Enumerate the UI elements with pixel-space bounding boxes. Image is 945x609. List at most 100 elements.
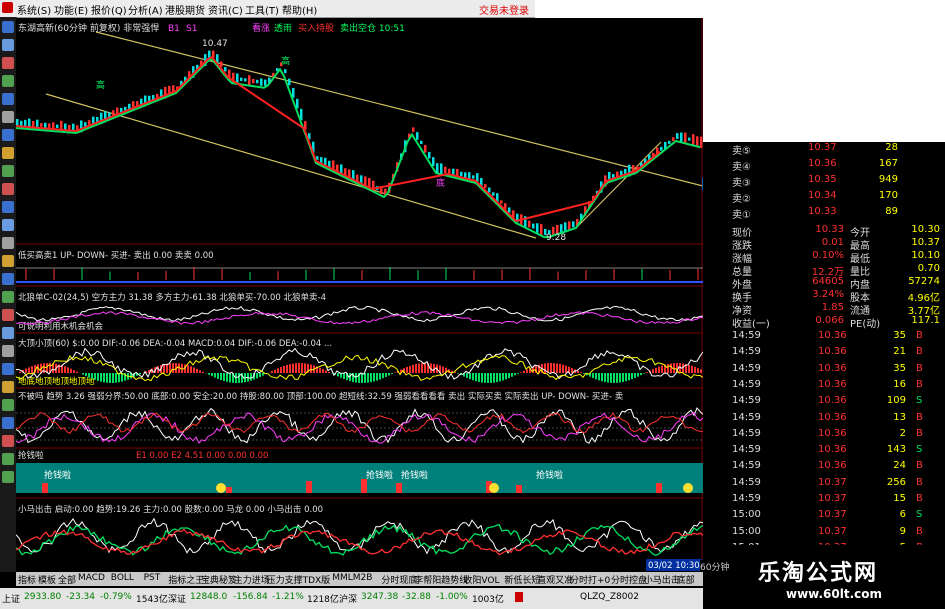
signal-bar [226, 487, 232, 493]
indicator-tab[interactable]: 李帮阳趋势线 [414, 573, 468, 586]
tick-row: 14:59 10.36 2 B [730, 428, 945, 441]
text-tool-icon[interactable] [2, 111, 14, 123]
indicator-tab[interactable]: MACD [78, 573, 105, 583]
arrow-down-icon[interactable] [2, 471, 14, 483]
timeframe-label[interactable]: 60分钟 [700, 560, 730, 573]
f10-tool-icon[interactable] [2, 435, 14, 447]
histogram-bar [259, 373, 261, 378]
stat-label-2: PE(动) [850, 319, 881, 330]
candle [260, 78, 263, 86]
histogram-bar [667, 363, 669, 373]
ask-row[interactable]: 卖④ 10.36 167 [730, 158, 945, 173]
menu-help[interactable]: 帮助(H) [282, 2, 317, 17]
histogram-bar [100, 373, 102, 382]
histogram-bar [229, 373, 231, 383]
refresh-tool-icon[interactable] [2, 291, 14, 303]
signal-bar [396, 483, 402, 493]
histogram-bar [484, 373, 486, 383]
indicator-tool-icon[interactable] [2, 219, 14, 231]
candle [508, 207, 511, 213]
indicator-tab[interactable]: PST [144, 573, 161, 583]
news-tool-icon[interactable] [2, 417, 14, 429]
indicator-tab[interactable]: 指标 [18, 573, 36, 586]
histogram-bar [583, 373, 585, 374]
tick-volume: 2 [899, 427, 906, 439]
histogram-bar [658, 366, 660, 373]
menu-hk-futures[interactable]: 港股期货 [165, 2, 205, 17]
indicator-tab[interactable]: MMLM2B [332, 573, 372, 583]
settings-tool-icon[interactable] [2, 345, 14, 357]
histogram-bar [280, 367, 282, 373]
tick-volume: 21 [893, 346, 906, 358]
zoom-out-icon[interactable] [2, 183, 14, 195]
period-tool-icon[interactable] [2, 201, 14, 213]
line-tool-icon[interactable] [2, 39, 14, 51]
histogram-bar [511, 373, 513, 377]
zoom-in-icon[interactable] [2, 165, 14, 177]
menu-news[interactable]: 资讯(C) [208, 2, 243, 17]
indicator-tab[interactable]: 宝典秘笈 [201, 573, 237, 586]
histogram-bar [661, 365, 663, 373]
window-tool-icon[interactable] [2, 273, 14, 285]
cursor-tool-icon[interactable] [2, 21, 14, 33]
histogram-bar [607, 373, 609, 383]
candle [492, 192, 495, 196]
histogram-bar [73, 370, 75, 373]
histogram-bar [325, 370, 327, 373]
menu-tools[interactable]: 工具(T) [245, 2, 279, 17]
indicator-tab[interactable]: 直观又准 [537, 573, 573, 586]
indicator-tab[interactable]: 小马出击 [644, 573, 680, 586]
grid-tool-icon[interactable] [2, 237, 14, 249]
tick-row: 14:59 10.36 24 B [730, 460, 945, 473]
indicator-tab[interactable]: 分时现底 [381, 573, 417, 586]
histogram-bar [640, 373, 642, 376]
chart-tool-icon[interactable] [2, 57, 14, 69]
compare-tool-icon[interactable] [2, 327, 14, 339]
favorite-tool-icon[interactable] [2, 255, 14, 267]
candle [284, 69, 287, 74]
menu-quote[interactable]: 报价(Q) [91, 2, 127, 17]
panel3-title: 大顶小顶(60) $:0.00 DIF:-0.06 DEA:-0.04 MACD… [18, 338, 332, 349]
login-status-link[interactable]: 交易未登录 [479, 2, 529, 17]
indicator-tab[interactable]: 分时控盘 [611, 573, 647, 586]
arrow-up-icon[interactable] [2, 453, 14, 465]
histogram-bar [304, 363, 306, 373]
channel-tool-icon[interactable] [2, 147, 14, 159]
candle [20, 120, 23, 126]
menu-function[interactable]: 功能(E) [54, 2, 88, 17]
steady-label: 看涨 [252, 22, 270, 34]
indicator-tab[interactable]: 指标之王 [168, 573, 204, 586]
indicator-tab[interactable]: 收阳VOL [463, 573, 499, 586]
print-tool-icon[interactable] [2, 363, 14, 375]
histogram-bar [523, 370, 525, 373]
indicator-tab[interactable]: 全部 [58, 573, 76, 586]
fib-tool-icon[interactable] [2, 129, 14, 141]
ask-row[interactable]: 卖⑤ 10.37 28 [730, 142, 945, 157]
layout-tool-icon[interactable] [2, 399, 14, 411]
indicator-tab[interactable]: 模板 [38, 573, 56, 586]
indicator-tab[interactable]: BOLL [111, 573, 134, 583]
indicator-tab[interactable]: 分时打+0 [570, 573, 610, 586]
menu-analysis[interactable]: 分析(A) [128, 2, 163, 17]
indicator-tab[interactable]: 主力进场 [234, 573, 270, 586]
histogram-bar [343, 373, 345, 379]
menu-system[interactable]: 系统(S) [17, 2, 51, 17]
chart-area[interactable]: 东湖高新(60分钟 前复权) 非常强悍 B1 S1 看涨 透雨 买入持股 卖出空… [15, 18, 704, 572]
indicator-tab[interactable]: 压力支撑TDX版 [267, 573, 331, 586]
histogram-bar [559, 363, 561, 373]
export-tool-icon[interactable] [2, 381, 14, 393]
drawing-tool-icon[interactable] [2, 93, 14, 105]
ask-row[interactable]: 卖③ 10.35 949 [730, 174, 945, 189]
ask-row[interactable]: 卖① 10.33 89 [730, 206, 945, 221]
kline-tool-icon[interactable] [2, 75, 14, 87]
alert-tool-icon[interactable] [2, 309, 14, 321]
candle [424, 144, 427, 153]
ask-row[interactable]: 卖② 10.34 170 [730, 190, 945, 205]
histogram-bar [481, 373, 483, 383]
indicator-tab[interactable]: 新低长短 [504, 573, 540, 586]
chart-canvas[interactable]: 东湖高新(60分钟 前复权) 非常强悍 B1 S1 看涨 透雨 买入持股 卖出空… [15, 18, 704, 572]
histogram-bar [391, 373, 393, 374]
histogram-bar [478, 373, 480, 382]
histogram-bar [97, 373, 99, 381]
histogram-bar [289, 364, 291, 373]
